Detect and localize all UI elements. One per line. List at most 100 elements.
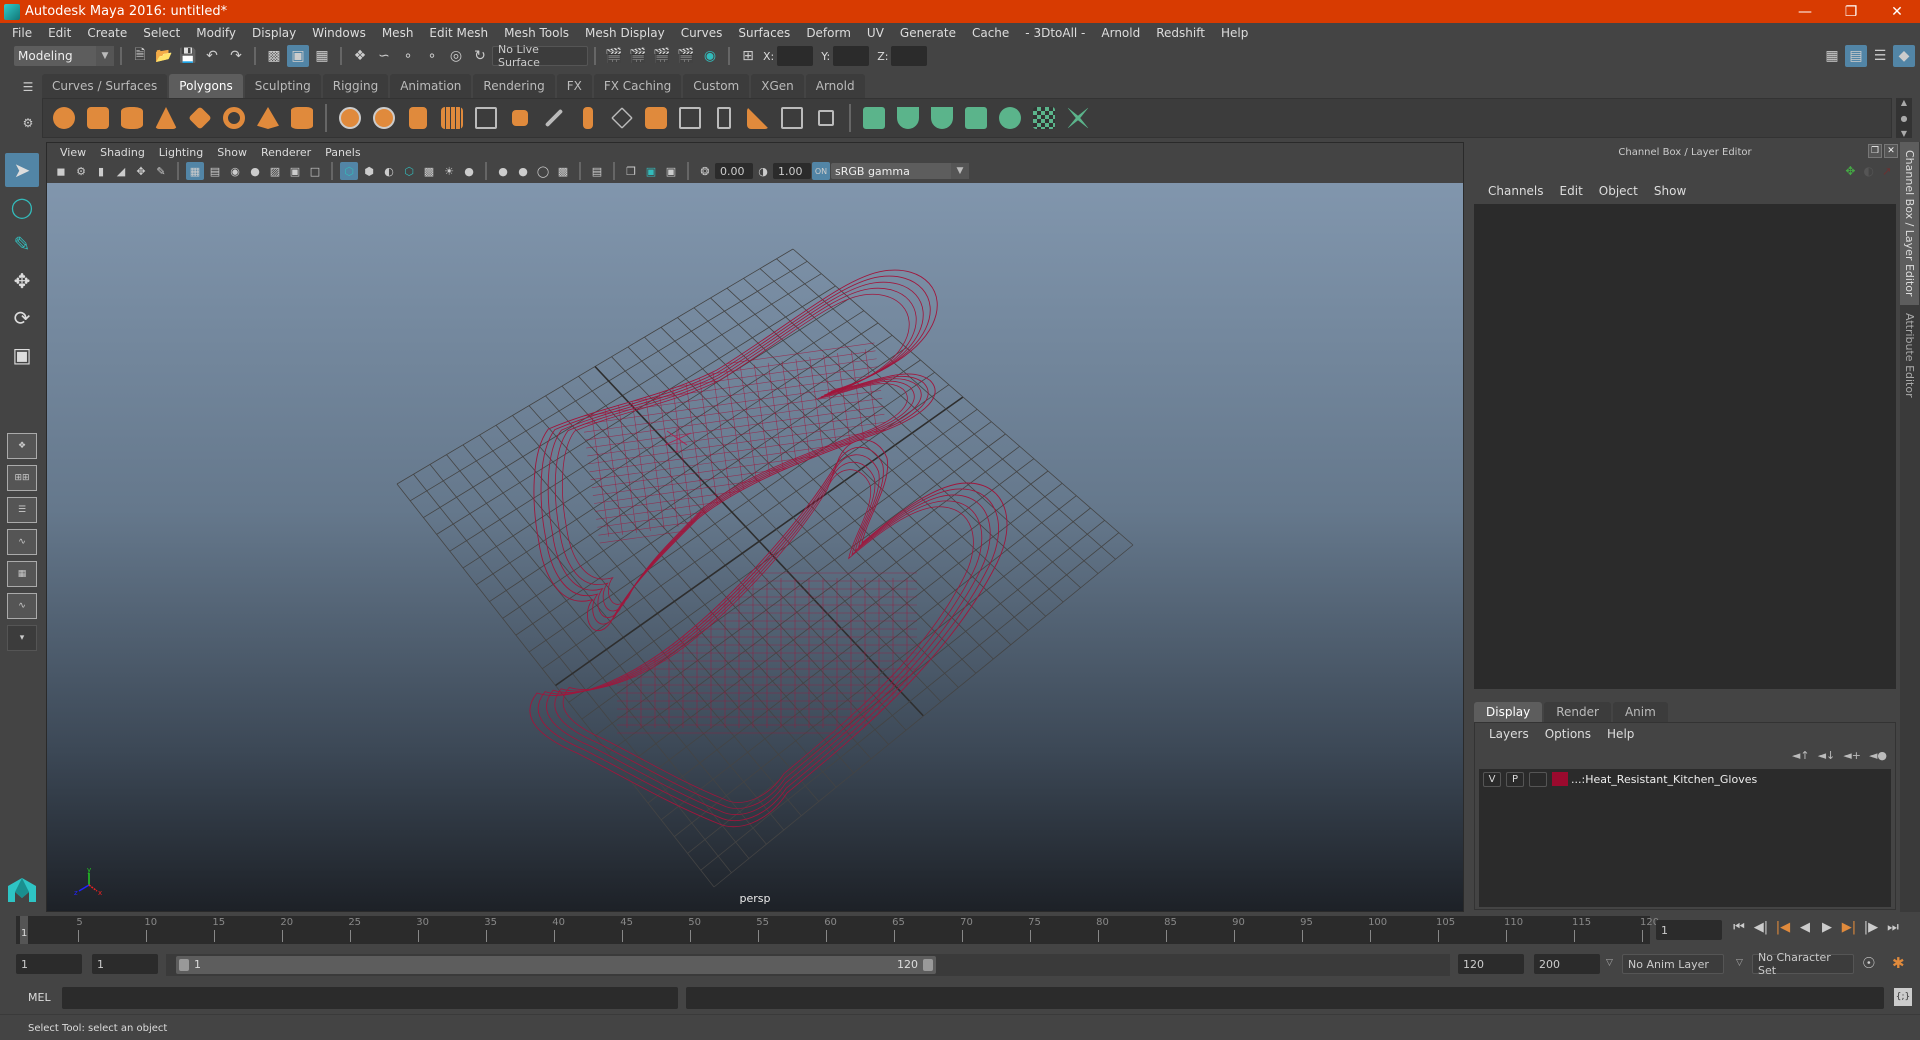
poly-cube-icon[interactable] <box>83 103 113 133</box>
anti-aliasing-icon[interactable]: ◯ <box>534 162 552 180</box>
poly-cone-icon[interactable] <box>151 103 181 133</box>
attribute-editor-toggle-icon[interactable]: ▤ <box>1845 45 1867 67</box>
range-end-handle[interactable] <box>923 959 933 971</box>
poly-sphere-icon[interactable] <box>49 103 79 133</box>
move-tool-icon[interactable]: ✥ <box>5 264 39 298</box>
gate-mask-icon[interactable]: ● <box>246 162 264 180</box>
wireframe-on-shaded-icon[interactable]: ⬡ <box>400 162 418 180</box>
make-live-icon[interactable]: ◎ <box>445 45 467 67</box>
character-set-dropdown-arrow[interactable]: ▽ <box>1736 958 1743 968</box>
shelf-tab-custom[interactable]: Custom <box>683 74 750 98</box>
render-frame-icon[interactable]: 🎬 <box>627 45 649 67</box>
poly-pipe-icon[interactable] <box>287 103 317 133</box>
speed-icon[interactable]: ◐ <box>1863 164 1873 178</box>
snap-surface-icon[interactable]: ↻ <box>469 45 491 67</box>
smooth-icon[interactable] <box>437 103 467 133</box>
menu-uv[interactable]: UV <box>859 26 892 40</box>
menu-surfaces[interactable]: Surfaces <box>730 26 798 40</box>
paint-select-tool-icon[interactable]: ✎ <box>5 227 39 261</box>
playback-end-field[interactable]: 120 <box>1458 954 1524 974</box>
two-d-pan-zoom-icon[interactable]: ✥ <box>132 162 150 180</box>
anim-layer-dropdown[interactable]: No Anim Layer <box>1622 954 1724 974</box>
script-editor-icon[interactable]: {;} <box>1894 988 1912 1006</box>
extrude-icon[interactable] <box>573 103 603 133</box>
range-handle-bar[interactable]: 1 120 <box>176 956 936 974</box>
uv-spherical-icon[interactable] <box>927 103 957 133</box>
layer-menu-help[interactable]: Help <box>1599 727 1642 741</box>
poly-cylinder-icon[interactable] <box>117 103 147 133</box>
shelf-tab-sculpting[interactable]: Sculpting <box>244 74 321 98</box>
playback-start-field[interactable]: 1 <box>92 954 158 974</box>
go-to-start-icon[interactable]: ⏮ <box>1728 920 1750 935</box>
manipulator-icon[interactable]: ✥ <box>1845 164 1855 178</box>
move-layer-up-icon[interactable]: ◄↑ <box>1792 749 1810 762</box>
current-frame-field[interactable]: 1 <box>1656 920 1722 940</box>
redo-icon[interactable]: ↷ <box>225 45 247 67</box>
select-component-icon[interactable]: ▦ <box>311 45 333 67</box>
ambient-occlusion-icon[interactable]: ● <box>494 162 512 180</box>
menu-redshift[interactable]: Redshift <box>1148 26 1213 40</box>
channel-box-toggle-icon[interactable]: ◆ <box>1893 45 1915 67</box>
menu-create[interactable]: Create <box>79 26 135 40</box>
lasso-tool-icon[interactable]: ◯ <box>5 190 39 224</box>
shelf-tab-xgen[interactable]: XGen <box>751 74 804 98</box>
bevel-icon[interactable] <box>641 103 671 133</box>
resolution-gate-icon[interactable]: ◉ <box>226 162 244 180</box>
select-tool-icon[interactable]: ➤ <box>5 153 39 187</box>
channel-menu-show[interactable]: Show <box>1646 184 1694 198</box>
menu-curves[interactable]: Curves <box>673 26 731 40</box>
extract-icon[interactable] <box>811 103 841 133</box>
uv-planar-icon[interactable] <box>859 103 889 133</box>
layer-menu-options[interactable]: Options <box>1537 727 1599 741</box>
layer-color-swatch[interactable] <box>1552 772 1568 786</box>
mirror-icon[interactable] <box>403 103 433 133</box>
menu-arnold[interactable]: Arnold <box>1093 26 1148 40</box>
snap-curve-icon[interactable]: ∽ <box>373 45 395 67</box>
layer-name[interactable]: ...:Heat_Resistant_Kitchen_Gloves <box>1571 773 1757 786</box>
more-layouts-icon[interactable]: ▾ <box>7 625 37 651</box>
four-view-layout-icon[interactable]: ⊞⊞ <box>7 465 37 491</box>
viewport-menu-view[interactable]: View <box>53 146 93 159</box>
shelf-tab-fx-caching[interactable]: FX Caching <box>593 74 682 98</box>
layer-playback-toggle[interactable]: P <box>1506 771 1524 787</box>
scale-tool-icon[interactable]: ▣ <box>5 338 39 372</box>
separate-icon[interactable] <box>369 103 399 133</box>
grease-pencil-icon[interactable]: ✎ <box>152 162 170 180</box>
viewport-menu-panels[interactable]: Panels <box>318 146 367 159</box>
poly-plane-icon[interactable] <box>185 103 215 133</box>
shelf-tab-curves-surfaces[interactable]: Curves / Surfaces <box>42 74 168 98</box>
hypershade-persp-layout-icon[interactable]: ▦ <box>7 561 37 587</box>
snap-point-icon[interactable]: ∘ <box>397 45 419 67</box>
menu-mesh[interactable]: Mesh <box>374 26 422 40</box>
play-backwards-icon[interactable]: ◀ <box>1794 920 1816 935</box>
reduce-icon[interactable] <box>505 103 535 133</box>
hyper-icon[interactable]: ➚ <box>1882 164 1892 178</box>
shelf-tab-animation[interactable]: Animation <box>390 74 472 98</box>
smooth-shade-icon[interactable]: ⬢ <box>360 162 378 180</box>
open-scene-icon[interactable]: 📂 <box>153 45 175 67</box>
float-panel-button[interactable]: ❐ <box>1868 144 1882 158</box>
use-all-lights-icon[interactable]: ☀ <box>440 162 458 180</box>
glove-upper[interactable] <box>508 264 976 637</box>
tool-settings-icon[interactable]: ☰ <box>1869 45 1891 67</box>
menu-windows[interactable]: Windows <box>304 26 374 40</box>
insert-edge-loop-icon[interactable] <box>675 103 705 133</box>
append-polygon-icon[interactable] <box>743 103 773 133</box>
command-language-label[interactable]: MEL <box>28 991 51 1004</box>
step-back-key-icon[interactable]: |◀ <box>1772 920 1794 935</box>
select-hierarchy-icon[interactable]: ▩ <box>263 45 285 67</box>
safe-title-icon[interactable]: □ <box>306 162 324 180</box>
bool-icon[interactable] <box>471 103 501 133</box>
shelf-tab-fx[interactable]: FX <box>556 74 592 98</box>
single-perspective-layout-icon[interactable]: ❖ <box>7 433 37 459</box>
hypershade-icon[interactable]: ◉ <box>699 45 721 67</box>
render-settings-icon[interactable]: 🎬 <box>603 45 625 67</box>
play-forwards-icon[interactable]: ▶ <box>1816 920 1838 935</box>
time-ruler[interactable]: 1 5 10 15 20 25 30 35 40 45 50 55 60 65 70 75 80 85 90 95 1… <box>16 916 1659 944</box>
motion-blur-icon[interactable]: ● <box>514 162 532 180</box>
shelf-tab-arnold[interactable]: Arnold <box>805 74 865 98</box>
bookmark-icon[interactable]: ▮ <box>92 162 110 180</box>
undo-icon[interactable]: ↶ <box>201 45 223 67</box>
new-layer-icon[interactable]: ◄+ <box>1843 749 1861 762</box>
textured-icon[interactable]: ▩ <box>420 162 438 180</box>
